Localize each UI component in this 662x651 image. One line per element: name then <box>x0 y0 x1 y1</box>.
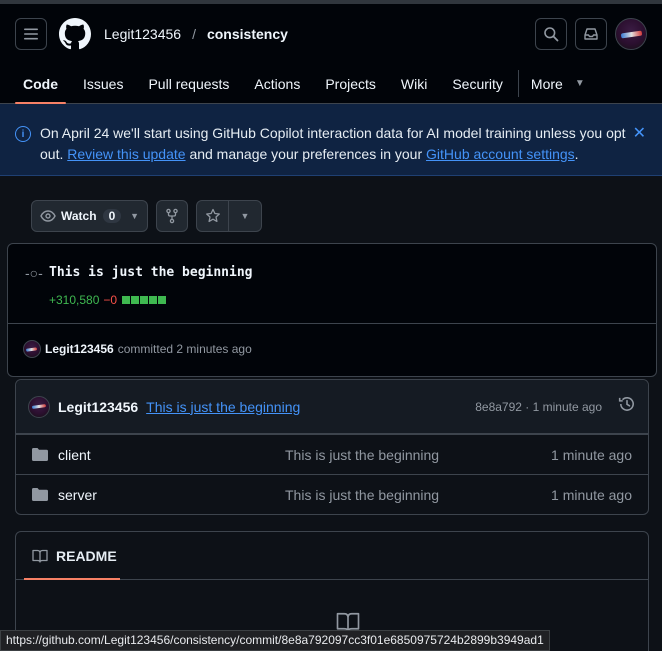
tab-code[interactable]: Code <box>15 64 66 104</box>
commit-time: committed 2 minutes ago <box>117 342 252 356</box>
folder-icon <box>32 488 48 501</box>
file-commit-age: 1 minute ago <box>551 486 632 503</box>
file-browser: Legit123456 This is just the beginning 8… <box>15 379 649 515</box>
file-name[interactable]: client <box>58 447 285 463</box>
readme-title: README <box>56 547 117 564</box>
folder-icon <box>32 448 48 461</box>
fork-button[interactable] <box>156 200 188 232</box>
breadcrumb-repo[interactable]: consistency <box>207 26 288 42</box>
history-icon[interactable] <box>618 395 636 418</box>
star-caret-icon[interactable]: ▼ <box>229 211 261 221</box>
close-icon[interactable]: ✕ <box>633 123 646 144</box>
breadcrumb-separator: / <box>192 26 196 42</box>
search-icon <box>544 27 559 42</box>
watch-caret-icon: ▼ <box>130 211 139 221</box>
copilot-notice-banner: i On April 24 we'll start using GitHub C… <box>0 104 662 176</box>
commit-sha-age[interactable]: 8e8a792 · 1 minute ago <box>475 400 602 414</box>
commit-meta: Legit123456 committed 2 minutes ago <box>23 340 252 358</box>
repo-nav: Code Issues Pull requests Actions Projec… <box>0 64 662 104</box>
diffstat: +310,580 −0 <box>49 293 167 307</box>
watch-label: Watch <box>61 209 97 223</box>
diffstat-blocks <box>122 296 167 304</box>
star-button[interactable]: ▼ <box>196 200 262 232</box>
file-name[interactable]: server <box>58 487 285 503</box>
file-commit-message[interactable]: This is just the beginning <box>285 487 551 503</box>
deletions-count: −0 <box>103 293 118 307</box>
tab-security[interactable]: Security <box>444 64 511 103</box>
file-commit-age: 1 minute ago <box>551 446 632 463</box>
file-commit-message[interactable]: This is just the beginning <box>285 447 551 463</box>
info-icon: i <box>15 126 31 142</box>
commit-author[interactable]: Legit123456 <box>45 342 114 356</box>
eye-icon <box>40 210 56 222</box>
account-settings-link[interactable]: GitHub account settings <box>426 146 575 162</box>
latest-commit-bar: Legit123456 This is just the beginning 8… <box>16 380 648 434</box>
readme-tab[interactable]: README <box>16 532 648 580</box>
latest-commit-panel: -○- This is just the beginning +310,580 … <box>7 243 657 377</box>
star-icon[interactable] <box>197 201 229 231</box>
github-logo-icon[interactable] <box>59 18 91 50</box>
tab-issues[interactable]: Issues <box>75 64 131 103</box>
tab-more[interactable]: More ▼ <box>523 64 593 103</box>
global-header: Legit123456 / consistency <box>0 4 662 64</box>
book-icon <box>32 549 48 563</box>
repo-actions: Watch 0 ▼ ▼ <box>0 176 662 240</box>
inbox-icon <box>584 28 598 40</box>
tab-projects[interactable]: Projects <box>317 64 384 103</box>
banner-text-3: . <box>574 146 579 162</box>
tab-divider <box>517 70 519 97</box>
search-button[interactable] <box>535 18 567 50</box>
author-avatar[interactable] <box>23 340 41 358</box>
user-avatar[interactable] <box>615 18 647 50</box>
latest-commit-author[interactable]: Legit123456 <box>58 399 138 415</box>
tab-wiki[interactable]: Wiki <box>393 64 435 103</box>
breadcrumb-owner[interactable]: Legit123456 <box>104 26 181 42</box>
watch-button[interactable]: Watch 0 ▼ <box>31 200 148 232</box>
divider <box>8 323 656 324</box>
watch-count: 0 <box>102 209 122 223</box>
tab-more-label: More <box>530 75 563 92</box>
file-row[interactable]: client This is just the beginning 1 minu… <box>16 434 648 474</box>
commit-title: This is just the beginning <box>49 265 253 280</box>
banner-text-2: and manage your preferences in your <box>189 146 423 162</box>
review-update-link[interactable]: Review this update <box>67 146 185 162</box>
tab-pull-requests[interactable]: Pull requests <box>140 64 237 103</box>
status-bar-url: https://github.com/Legit123456/consisten… <box>0 630 550 651</box>
additions-count: +310,580 <box>49 293 100 307</box>
hamburger-icon <box>24 28 38 40</box>
file-row[interactable]: server This is just the beginning 1 minu… <box>16 474 648 514</box>
inbox-button[interactable] <box>575 18 607 50</box>
fork-icon <box>166 208 178 224</box>
caret-down-icon: ▼ <box>574 78 585 89</box>
author-avatar[interactable] <box>28 395 50 418</box>
latest-commit-message-link[interactable]: This is just the beginning <box>146 399 300 415</box>
git-commit-icon: -○- <box>25 265 43 281</box>
tab-actions[interactable]: Actions <box>246 64 308 103</box>
menu-button[interactable] <box>15 18 47 50</box>
